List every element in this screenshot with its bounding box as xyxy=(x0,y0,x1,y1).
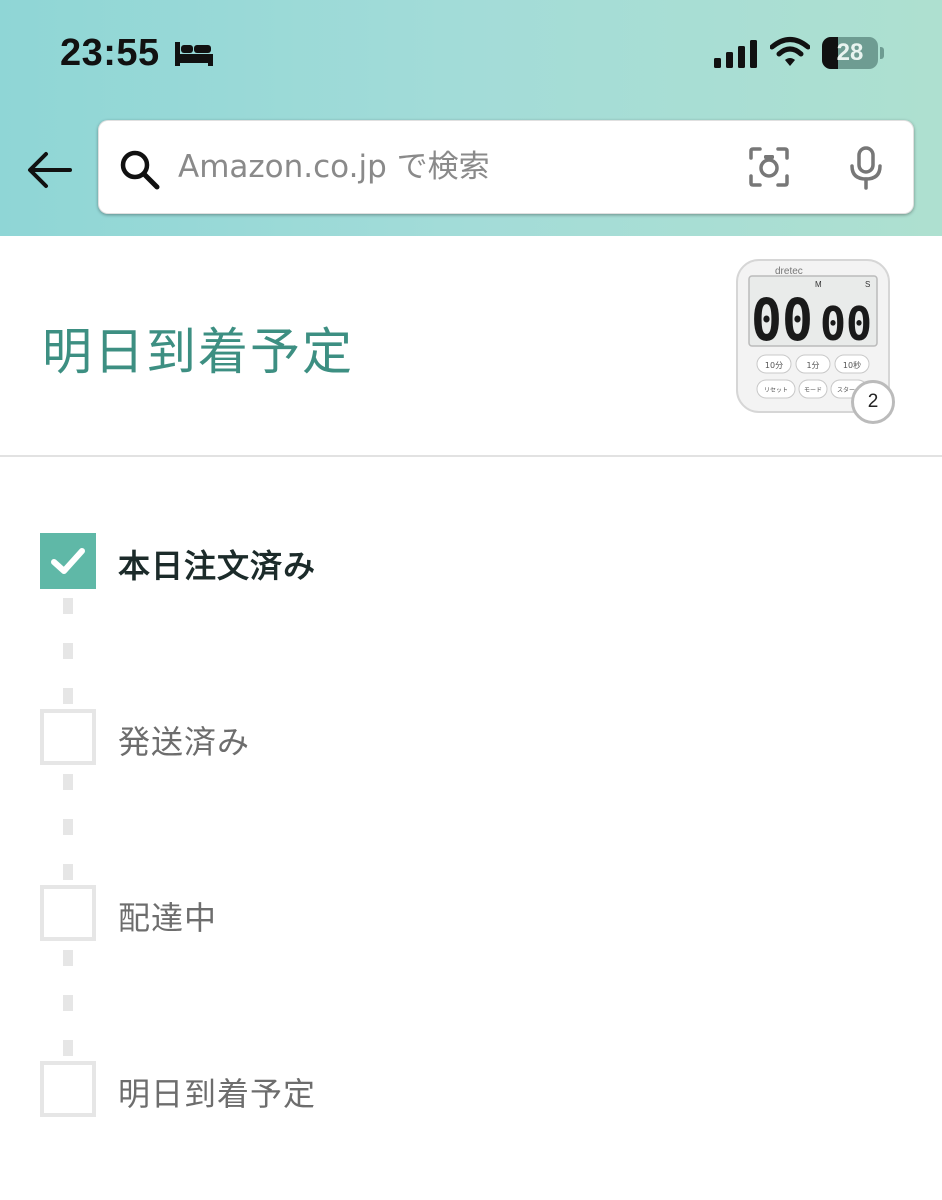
thumbnail-button-mode: モード xyxy=(804,387,822,394)
microphone-icon[interactable] xyxy=(848,146,884,190)
timeline-connector xyxy=(63,688,73,704)
thumbnail-seconds: 00 xyxy=(820,297,872,351)
timeline-connector xyxy=(63,819,73,835)
step-checkbox-arriving xyxy=(40,1061,96,1117)
thumbnail-minutes: 00 xyxy=(751,286,813,354)
bed-icon xyxy=(175,42,213,66)
step-label-arriving: 明日到着予定 xyxy=(118,1075,317,1113)
timeline-connector xyxy=(63,995,73,1011)
timeline-connector xyxy=(63,774,73,790)
status-time: 23:55 xyxy=(60,32,160,74)
timeline-connector xyxy=(63,864,73,880)
battery-cap xyxy=(880,47,884,59)
page-title: 明日到着予定 xyxy=(42,323,354,381)
search-bar[interactable] xyxy=(98,120,914,214)
back-arrow-icon[interactable] xyxy=(26,150,72,190)
delivery-summary: 明日到着予定 dretec 00 00 M S 10分 1分 10秒 リセット … xyxy=(0,236,942,456)
timeline-connector xyxy=(63,950,73,966)
quantity-badge: 2 xyxy=(851,380,895,424)
battery-level: 28 xyxy=(836,39,864,66)
thumbnail-button-10min: 10分 xyxy=(765,361,783,370)
timeline-connector xyxy=(63,643,73,659)
app-header: 23:55 28 xyxy=(0,0,942,236)
svg-text:S: S xyxy=(865,280,870,289)
step-checkbox-ordered xyxy=(40,533,96,589)
step-label-ordered: 本日注文済み xyxy=(118,547,317,585)
thumbnail-button-reset: リセット xyxy=(764,387,788,394)
step-label-shipped: 発送済み xyxy=(118,723,251,761)
camera-search-icon[interactable] xyxy=(748,146,790,188)
step-checkbox-shipped xyxy=(40,709,96,765)
thumbnail-button-10sec: 10秒 xyxy=(843,360,861,370)
divider xyxy=(0,455,942,457)
search-icon xyxy=(120,150,160,190)
cellular-signal-icon xyxy=(714,40,757,68)
thumbnail-button-1min: 1分 xyxy=(806,361,819,370)
step-checkbox-out-for-delivery xyxy=(40,885,96,941)
svg-text:M: M xyxy=(815,280,822,289)
timeline-connector xyxy=(63,1040,73,1056)
timeline-connector xyxy=(63,598,73,614)
wifi-icon xyxy=(770,37,810,66)
step-label-out-for-delivery: 配達中 xyxy=(118,899,218,937)
search-input[interactable] xyxy=(178,140,738,194)
checkmark-icon xyxy=(51,548,85,574)
